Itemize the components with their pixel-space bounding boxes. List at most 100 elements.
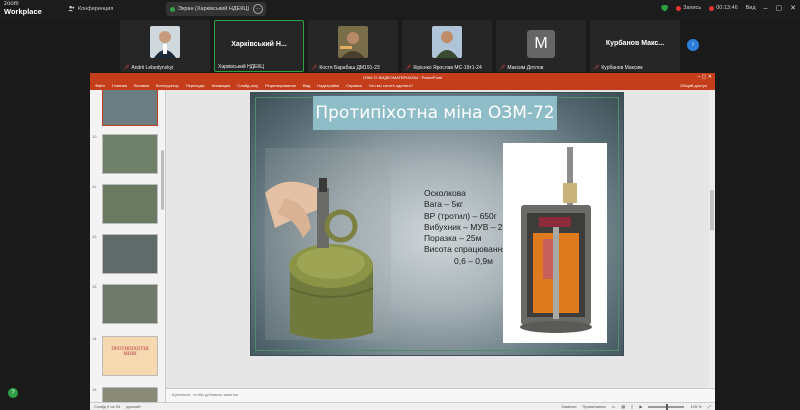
- participant-name: 🎤︎ Максим Дятлов: [499, 65, 544, 71]
- thumbnail-image: [102, 234, 158, 274]
- record-indicator[interactable]: Запись: [676, 5, 701, 11]
- slide-vertical-scrollbar[interactable]: [709, 90, 715, 388]
- help-icon[interactable]: ?: [8, 388, 18, 398]
- slide-counter: Слайд 9 из 33: [94, 404, 121, 409]
- slide-thumbnail[interactable]: 15: [90, 385, 165, 402]
- mic-muted-icon: 🎤︎: [499, 65, 506, 71]
- meeting-timer: 00:13:46: [709, 5, 738, 11]
- ribbon-tab-insert[interactable]: Вставка: [134, 83, 149, 88]
- ribbon-tab-transitions[interactable]: Переходы: [186, 83, 205, 88]
- participant-tile[interactable]: 🎤︎ Кірієнко Ярослав МС-19т1-24: [402, 20, 493, 72]
- mic-muted-icon: 🎤︎: [405, 65, 412, 71]
- ribbon-tab-file[interactable]: Файл: [95, 83, 105, 88]
- slide-thumbnail[interactable]: 13: [90, 282, 165, 326]
- slide-number: 13: [92, 284, 97, 289]
- slide-thumbnail[interactable]: [90, 90, 165, 128]
- participant-name: 🎤︎ Курбанов Максим: [593, 65, 643, 71]
- mic-muted-icon: 🎤︎: [593, 65, 600, 71]
- slide-number: 11: [92, 184, 97, 189]
- shared-screen: ОЗМ-72 ВИДЕОМАТЕРИАЛЫ · PowerPoint – ▢ ✕…: [90, 73, 715, 410]
- slide-title: Протипіхотна міна ОЗМ-72: [315, 103, 555, 123]
- participant-name: 🎤︎ Кірієнко Ярослав МС-19т1-24: [405, 65, 482, 71]
- thumbnail-title-line2: МІНИ: [123, 352, 137, 357]
- normal-view-icon[interactable]: ▭: [612, 404, 616, 409]
- comments-toggle-button[interactable]: Примечания: [583, 404, 606, 409]
- thumbnail-image: [102, 387, 158, 402]
- zoom-slider-handle[interactable]: [666, 403, 669, 410]
- notes-toggle-button[interactable]: Заметки: [561, 404, 576, 409]
- slide-thumbnail[interactable]: 14 ПРОТИПІХОТНІ МІНИ: [90, 334, 165, 378]
- participant-display-name: Курбанов Макс...: [605, 40, 665, 47]
- thumbnail-image: ПРОТИПІХОТНІ МІНИ: [102, 336, 158, 376]
- participant-photo: [150, 26, 180, 58]
- notes-pane[interactable]: Щелкните, чтобы добавить заметки: [166, 388, 715, 402]
- slide-canvas: Протипіхотна міна ОЗМ-72 Осколкова Вага …: [166, 90, 715, 404]
- participant-tile[interactable]: 🎤︎ Andrii Lebedynskyi: [120, 20, 210, 72]
- participant-strip: 🎤︎ Andrii Lebedynskyi Харківський Н... Ха…: [120, 20, 681, 72]
- reading-view-icon[interactable]: ▯: [631, 404, 633, 409]
- participant-tile[interactable]: 🎤︎ Костя Барабаш ДМ191-23: [308, 20, 399, 72]
- thumbnail-image: [102, 184, 158, 224]
- ribbon-tab-review[interactable]: Рецензирование: [265, 83, 296, 88]
- mic-muted-icon: 🎤︎: [123, 65, 130, 71]
- participant-photo: [338, 26, 369, 58]
- participant-photo: [432, 26, 463, 58]
- slide-thumbnail[interactable]: 11: [90, 182, 165, 226]
- ribbon-tab-slideshow[interactable]: Слайд-шоу: [237, 83, 258, 88]
- next-participants-button[interactable]: ›: [687, 39, 699, 51]
- current-slide[interactable]: Протипіхотна міна ОЗМ-72 Осколкова Вага …: [250, 92, 624, 356]
- ribbon-tab-view[interactable]: Вид: [303, 83, 310, 88]
- tell-me-search[interactable]: Что вы хотите сделать?: [369, 83, 413, 88]
- ribbon-tab-animations[interactable]: Анимация: [212, 83, 231, 88]
- scrollbar-thumb[interactable]: [710, 190, 714, 230]
- security-shield-icon[interactable]: [661, 4, 669, 12]
- ribbon-tab-home[interactable]: Главная: [112, 83, 127, 88]
- ribbon-tab-addins[interactable]: Надстройки: [317, 83, 339, 88]
- zoom-top-bar: zoom Workplace Конференция Экран (Харків…: [0, 0, 800, 20]
- ppt-window-title: ОЗМ-72 ВИДЕОМАТЕРИАЛЫ · PowerPoint: [362, 74, 443, 80]
- participant-initial-avatar: M: [527, 30, 556, 58]
- participant-tile[interactable]: M 🎤︎ Максим Дятлов: [496, 20, 587, 72]
- zoom-level[interactable]: 105 %: [690, 404, 701, 409]
- ribbon-tab-help[interactable]: Справка: [346, 83, 362, 88]
- minimize-icon[interactable]: –: [764, 5, 768, 12]
- timer-text: 00:13:46: [716, 5, 738, 11]
- screen-share-tag[interactable]: Экран (Харківський НДЕКЦ): [166, 2, 266, 16]
- ribbon-tab-design[interactable]: Конструктор: [156, 83, 179, 88]
- zoom-logo: zoom Workplace: [4, 1, 42, 15]
- maximize-icon[interactable]: ▢: [776, 4, 783, 12]
- people-icon: [68, 5, 75, 12]
- slide-number: 10: [92, 134, 97, 139]
- ppt-share-button[interactable]: Общий доступ: [680, 83, 707, 88]
- ppt-ribbon-tabs: Файл Главная Вставка Конструктор Переход…: [90, 81, 715, 90]
- close-icon[interactable]: ✕: [790, 4, 796, 12]
- timer-dot-icon: [709, 5, 715, 11]
- slide-thumbnails-pane: 10 11 12 13 14 ПРОТИПІХОТНІ МІНИ 15: [90, 90, 166, 402]
- sorter-view-icon[interactable]: ▦: [621, 404, 625, 409]
- record-dot-icon: [676, 5, 682, 11]
- share-options-button[interactable]: ···: [253, 4, 263, 14]
- conference-button[interactable]: Конференция: [68, 5, 113, 12]
- fit-to-window-icon[interactable]: ⤢: [708, 404, 711, 409]
- ppt-window-controls[interactable]: – ▢ ✕: [698, 74, 712, 80]
- record-label: Запись: [683, 5, 702, 11]
- thumbnail-image: [102, 284, 158, 324]
- slide-number: 14: [92, 336, 97, 341]
- view-button[interactable]: Вид: [746, 5, 756, 11]
- screen-share-label: Экран (Харківський НДЕКЦ): [178, 6, 250, 12]
- participant-name: Харківський НДЕКЦ: [218, 64, 265, 70]
- zoom-logo-line2: Workplace: [4, 7, 42, 16]
- slideshow-view-icon[interactable]: ▶: [639, 404, 642, 409]
- participant-tile[interactable]: Курбанов Макс... 🎤︎ Курбанов Максим: [590, 20, 681, 72]
- participant-name: 🎤︎ Andrii Lebedynskyi: [123, 65, 174, 71]
- ppt-status-bar: Слайд 9 из 33 русский Заметки Примечания…: [90, 402, 715, 410]
- slide-thumbnail[interactable]: 10: [90, 132, 165, 176]
- slide-number: 12: [92, 234, 97, 239]
- participant-tile-active[interactable]: Харківський Н... Харківський НДЕКЦ: [214, 20, 305, 72]
- slide-thumbnail[interactable]: 12: [90, 232, 165, 276]
- language-indicator[interactable]: русский: [126, 404, 140, 409]
- zoom-slider[interactable]: [648, 403, 685, 410]
- mine-photo-exterior: [265, 148, 391, 340]
- ppt-title-bar: ОЗМ-72 ВИДЕОМАТЕРИАЛЫ · PowerPoint – ▢ ✕: [90, 73, 715, 81]
- thumbnail-scrollbar[interactable]: [161, 150, 164, 210]
